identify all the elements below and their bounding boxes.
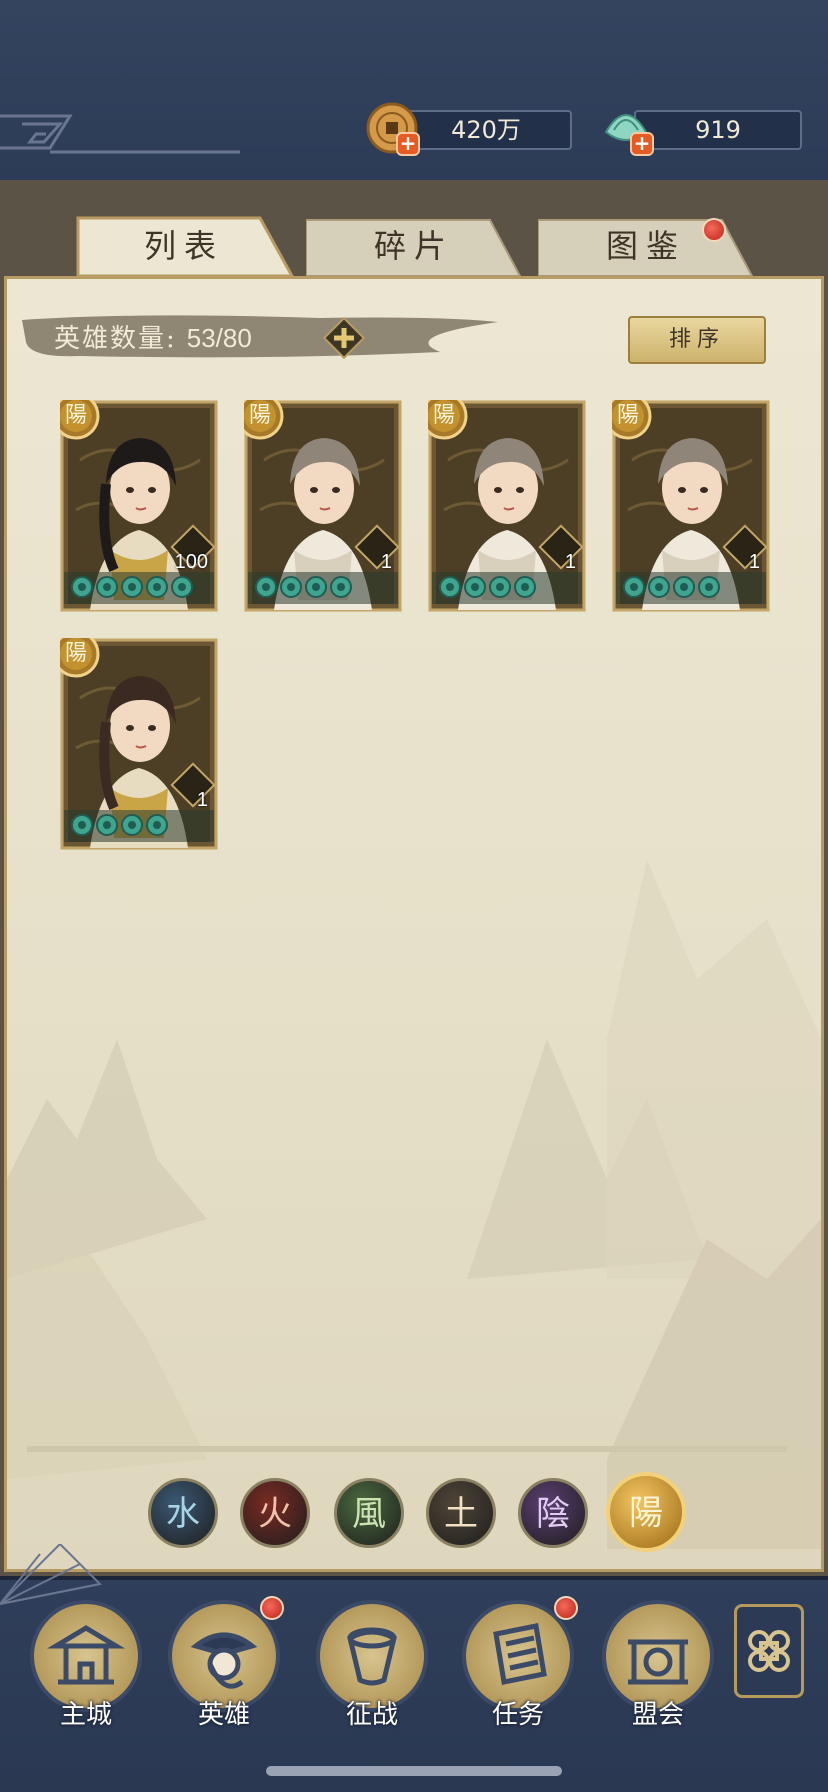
hero-card[interactable]: 陽 1 [244,400,402,612]
hero-element-badge: 陽 [248,403,271,428]
nav-castle[interactable]: 主城 [30,1600,142,1740]
tab-codex-badge [702,218,726,242]
hero-element-badge: 陽 [64,403,87,428]
nav-scroll-task[interactable]: 任务 [462,1596,578,1740]
hero-level: 1 [748,551,760,573]
sort-button[interactable]: 排序 [628,316,766,364]
hero-element-badge: 陽 [616,403,639,428]
nav-horn[interactable]: 征战 [316,1600,428,1740]
nav-badge [554,1596,578,1620]
nav-label: 盟会 [631,1700,684,1730]
more-menu-button[interactable] [734,1604,804,1698]
nav-badge [260,1596,284,1620]
bottom-nav: 主城 英雄 征战 任务 盟会 [0,1544,828,1792]
copper-coin-value: 420万 [400,110,572,150]
add-jade-button[interactable]: + [630,132,654,156]
flower-knot-icon [748,1630,790,1672]
tab-codex[interactable]: 图鉴 [538,216,754,276]
hero-element-badge: 陽 [432,403,455,428]
jade-shell-counter[interactable]: 919 + [600,108,806,156]
tab-bar: 列表 碎片 图鉴 [0,216,828,280]
hero-element-badge: 陽 [64,641,87,666]
nav-label: 英雄 [197,1700,250,1730]
alliance-gate-icon [628,1639,688,1685]
home-indicator[interactable] [266,1766,562,1776]
element-filter-button[interactable]: 陽 [606,1472,686,1552]
castle-icon [46,1625,126,1685]
hero-level: 100 [174,551,208,573]
nav-alliance-gate[interactable]: 盟会 [602,1600,714,1740]
hero-portrait-icon [190,1632,258,1689]
tab-fragments[interactable]: 碎片 [306,216,522,276]
nav-label: 任务 [491,1700,544,1730]
add-copper-button[interactable]: + [396,132,420,156]
element-filter-button[interactable]: 水 [148,1478,218,1548]
element-filter-button[interactable]: 陰 [518,1478,588,1548]
tab-list-label: 列表 [143,227,224,265]
hero-card[interactable]: 陽 1 [428,400,586,612]
element-filter-button[interactable]: 風 [334,1478,404,1548]
copper-coin-counter[interactable]: 420万 + [366,102,572,156]
cloud-ornament-icon [0,114,240,154]
tab-codex-label: 图鉴 [605,227,686,265]
scroll-task-icon [493,1623,547,1685]
hero-card[interactable]: 陽 100 [60,400,218,612]
nav-label: 征战 [345,1700,398,1730]
jade-shell-value: 919 [634,110,802,150]
tab-list[interactable]: 列表 [74,216,294,276]
hero-count-bar: 英雄数量: 53/80 [20,312,500,362]
nav-label: 主城 [59,1700,112,1730]
horn-icon [347,1627,397,1686]
tab-fragments-label: 碎片 [373,227,454,265]
hero-card[interactable]: 陽 1 [612,400,770,612]
top-bar: 420万 + 919 + [0,0,828,180]
nav-hero-portrait[interactable]: 英雄 [168,1596,284,1740]
hero-count-title: 英雄数量: [54,324,177,354]
hero-level: 1 [564,551,576,573]
element-filter-button[interactable]: 火 [240,1478,310,1548]
hero-card[interactable]: 陽 1 [60,638,218,850]
hero-level: 1 [380,551,392,573]
element-filter-button[interactable]: 土 [426,1478,496,1548]
hero-level: 1 [196,789,208,811]
expand-slots-button[interactable] [322,316,366,360]
hero-count-label: 英雄数量: 53/80 [54,318,252,355]
hero-count-value: 53/80 [186,323,252,353]
